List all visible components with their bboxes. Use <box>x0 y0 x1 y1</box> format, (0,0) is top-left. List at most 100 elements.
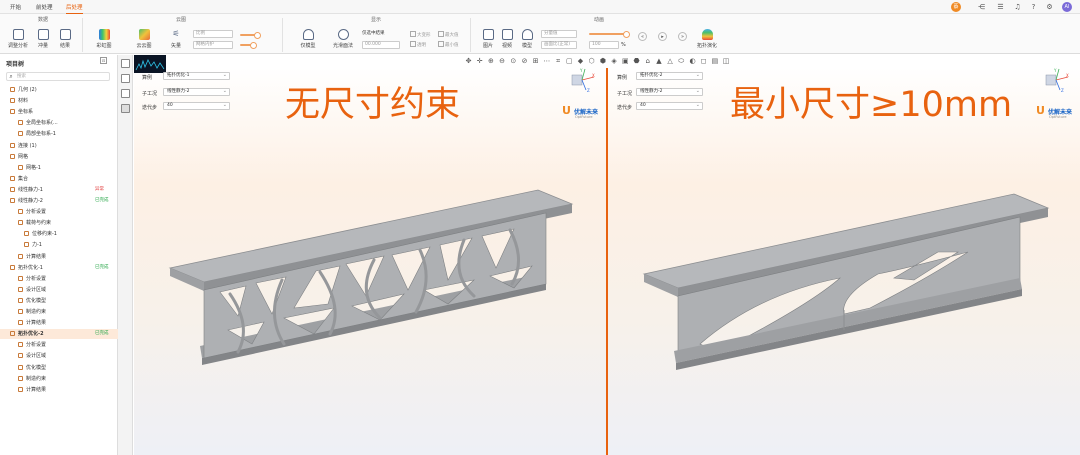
tree-node-label: 集合 <box>18 175 29 182</box>
tree-node[interactable]: 力-1 <box>0 240 118 250</box>
bell-icon[interactable]: ♫ <box>1013 3 1022 12</box>
fit-icon[interactable]: ⊙ <box>509 57 518 66</box>
project-tree-panel: 项目树 ⊡ 搜索 ⌕ 几何 (2) 材料 坐标系 全局坐标系(... 局部坐标系-1 连接… <box>0 55 118 455</box>
impulse-button[interactable]: 冲量 <box>31 29 55 49</box>
tree-node[interactable]: 计算结果 <box>0 318 118 328</box>
play-icon[interactable]: ▸ <box>658 32 667 41</box>
tree-node[interactable]: 材料 <box>0 96 118 106</box>
tree-node[interactable]: 连接 (1) <box>0 141 118 151</box>
scale-slider[interactable] <box>240 42 257 49</box>
surface-icon[interactable]: ⬣ <box>632 57 641 66</box>
tree-node[interactable]: 制造约束 <box>0 374 118 384</box>
view-icon-2[interactable] <box>121 74 130 83</box>
gear-icon[interactable]: ⚙ <box>1045 3 1054 12</box>
left-beam-model[interactable] <box>134 68 606 455</box>
tree-node[interactable]: 分析设置 <box>0 207 118 217</box>
zoom-out-icon[interactable]: ⊖ <box>498 57 507 66</box>
scale-select[interactable]: 比例 <box>193 30 233 38</box>
transparent-check[interactable]: 透明 <box>410 41 426 48</box>
rainbow-button[interactable]: 彩虹图 <box>92 29 116 49</box>
front-icon[interactable]: ▲ <box>654 57 663 66</box>
tab-postprocess[interactable]: 后处理 <box>66 3 83 14</box>
tree-node[interactable]: 全局坐标系(... <box>0 118 118 128</box>
forward-icon[interactable]: » <box>678 32 687 41</box>
collapse-panel-icon[interactable]: ⊡ <box>100 57 107 64</box>
tree-node[interactable]: 位移约束-1 <box>0 229 118 239</box>
zoom-in-icon[interactable]: ⊕ <box>486 57 495 66</box>
chart-icon <box>37 29 49 40</box>
tree-node-label: 全局坐标系(... <box>26 120 58 127</box>
shaded-icon[interactable]: ⬢ <box>598 57 607 66</box>
tree-node[interactable]: 网格-1 <box>0 163 118 173</box>
right-beam-model[interactable] <box>608 68 1080 455</box>
anim-speed-input[interactable]: 100 <box>589 41 619 49</box>
ratio-select[interactable]: 画面比(正常) <box>541 41 577 49</box>
tree-node[interactable]: 坐标系 <box>0 107 118 117</box>
model-only-button[interactable]: 仅模型 <box>296 29 320 49</box>
topology-evolution-button[interactable]: 拓扑演化 <box>695 29 719 49</box>
tree-node-label: 坐标系 <box>18 109 34 116</box>
split-icon[interactable]: ◫ <box>722 57 731 66</box>
user-avatar[interactable]: 蔡 <box>951 2 961 12</box>
tree-node-icon <box>18 220 23 226</box>
tree-node[interactable]: 优化模型 <box>0 296 118 306</box>
model-export-button[interactable]: 模型 <box>515 29 539 49</box>
frame-icon[interactable]: ◻ <box>699 57 708 66</box>
tree-search-input[interactable]: 搜索 <box>6 72 110 81</box>
list-icon[interactable]: ☰ <box>996 3 1005 12</box>
home-icon[interactable]: ⌂ <box>643 57 652 66</box>
section-icon[interactable]: ▣ <box>621 57 630 66</box>
half-icon[interactable]: ◐ <box>688 57 697 66</box>
component-select[interactable]: 分量值 <box>541 30 577 38</box>
tree-node[interactable]: 计算结果 <box>0 385 118 395</box>
view-icon-1[interactable] <box>121 59 130 68</box>
tree-node[interactable]: 优化模型 <box>0 363 118 373</box>
tree-node[interactable]: 分析设置 <box>0 340 118 350</box>
measure-icon[interactable]: ⌗ <box>554 57 563 66</box>
display-select[interactable]: 00.000 <box>362 41 400 49</box>
contour-button[interactable]: 云云图 <box>132 29 156 49</box>
solid-icon[interactable]: ◆ <box>576 57 585 66</box>
max-value-check[interactable]: 最大值 <box>438 31 459 38</box>
adjust-analysis-button[interactable]: 调整分析 <box>6 29 30 49</box>
view-icon-4[interactable] <box>121 104 130 113</box>
account-avatar[interactable]: AI <box>1062 2 1072 12</box>
tree-node-status: 已完成 <box>95 331 109 337</box>
tree-node[interactable]: 设计区域 <box>0 351 118 361</box>
rotate-icon[interactable]: ✥ <box>464 57 473 66</box>
pan-icon[interactable]: ✛ <box>475 57 484 66</box>
vector-button[interactable]: ⚟ 矢量 <box>164 29 188 49</box>
anim-speed-slider[interactable] <box>589 31 630 38</box>
result-button[interactable]: 结果 <box>53 29 77 49</box>
grid-icon[interactable]: ⊞ <box>531 57 540 66</box>
tree-node[interactable]: 几何 (2) <box>0 85 118 95</box>
tree-node[interactable]: 分析设置 <box>0 274 118 284</box>
rewind-icon[interactable]: « <box>638 32 647 41</box>
tab-start[interactable]: 开始 <box>10 3 21 11</box>
mesh-select[interactable]: 网格内护 <box>193 41 233 49</box>
help-icon[interactable]: ? <box>1029 3 1038 12</box>
large-deform-check[interactable]: 大变形 <box>410 31 431 38</box>
box-icon[interactable]: ▢ <box>565 57 574 66</box>
smooth-button[interactable]: 光滑面法 <box>331 29 355 49</box>
wire-icon[interactable]: ⬡ <box>587 57 596 66</box>
layers-icon[interactable]: ▤ <box>710 57 719 66</box>
tree-node-icon <box>10 264 15 270</box>
min-value-check[interactable]: 最小值 <box>438 41 459 48</box>
opacity-slider[interactable] <box>240 32 261 39</box>
tree-node[interactable]: 设计区域 <box>0 285 118 295</box>
tree-node[interactable]: 计算结果 <box>0 252 118 262</box>
back-icon[interactable]: △ <box>666 57 675 66</box>
iso-icon[interactable]: ⬭ <box>677 57 686 66</box>
view-icon-3[interactable] <box>121 89 130 98</box>
more-icon[interactable]: ⋯ <box>542 57 551 66</box>
tree-node[interactable]: 集合 <box>0 174 118 184</box>
clip-icon[interactable]: ⊘ <box>520 57 529 66</box>
tree-node[interactable]: 载荷与约束 <box>0 218 118 228</box>
edges-icon[interactable]: ◈ <box>610 57 619 66</box>
tree-node[interactable]: 局部坐标系-1 <box>0 129 118 139</box>
tree-node[interactable]: 网格 <box>0 152 118 162</box>
share-icon[interactable]: ⋲ <box>977 3 986 12</box>
tree-node[interactable]: 制造约束 <box>0 307 118 317</box>
tab-preprocess[interactable]: 前处理 <box>36 3 53 11</box>
